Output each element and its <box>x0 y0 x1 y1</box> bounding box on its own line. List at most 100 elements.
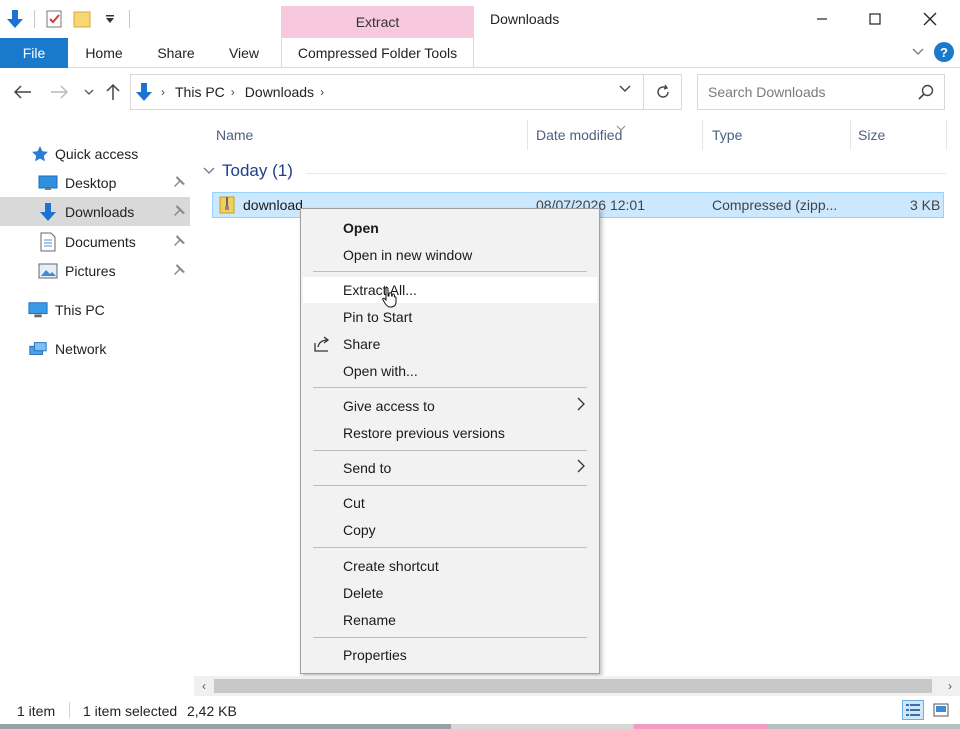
search-input[interactable] <box>708 84 908 100</box>
breadcrumb-downloads[interactable]: Downloads <box>245 84 314 100</box>
breadcrumb-separator-icon[interactable]: › <box>231 85 235 99</box>
tab-file[interactable]: File <box>0 38 68 68</box>
sidebar-item-downloads[interactable]: Downloads <box>0 197 190 226</box>
help-icon[interactable]: ? <box>934 42 954 62</box>
minimize-button[interactable] <box>802 6 842 32</box>
sidebar-item-documents[interactable]: Documents <box>0 227 190 256</box>
submenu-arrow-icon <box>577 459 585 477</box>
large-icons-view-icon <box>933 703 949 717</box>
column-header-date[interactable]: Date modified <box>536 120 622 150</box>
menu-item-pin-to-start[interactable]: Pin to Start <box>303 304 597 330</box>
sidebar-item-network[interactable]: Network <box>0 334 190 363</box>
tab-share[interactable]: Share <box>148 38 204 68</box>
breadcrumb-separator-icon[interactable]: › <box>161 85 165 99</box>
tab-compressed-folder-tools[interactable]: Compressed Folder Tools <box>281 38 474 68</box>
customize-toolbar-icon[interactable] <box>101 9 119 29</box>
pin-icon[interactable] <box>172 263 186 277</box>
large-icons-view-button[interactable] <box>930 700 952 720</box>
pin-icon[interactable] <box>172 204 186 218</box>
menu-item-give-access[interactable]: Give access to <box>303 393 597 419</box>
sidebar-item-label: Documents <box>65 233 136 250</box>
sidebar-item-label: Network <box>55 340 107 357</box>
file-type: Compressed (zipp... <box>712 197 838 213</box>
properties-check-icon[interactable] <box>45 9 63 29</box>
tab-home[interactable]: Home <box>78 38 130 68</box>
scroll-left-icon[interactable]: ‹ <box>196 678 212 694</box>
column-header-size[interactable]: Size <box>858 120 885 150</box>
menu-item-send-to[interactable]: Send to <box>303 455 597 481</box>
expand-ribbon-icon[interactable] <box>910 44 926 60</box>
up-button[interactable] <box>102 80 124 104</box>
chevron-down-icon <box>619 85 631 92</box>
address-history-dropdown[interactable] <box>619 85 631 93</box>
zip-folder-icon <box>219 196 235 217</box>
menu-item-restore-previous-versions[interactable]: Restore previous versions <box>303 420 597 446</box>
menu-item-cut[interactable]: Cut <box>303 490 597 516</box>
chevron-down-icon <box>84 89 94 95</box>
recent-locations-button[interactable] <box>78 80 100 104</box>
menu-item-create-shortcut[interactable]: Create shortcut <box>303 553 597 579</box>
menu-item-properties[interactable]: Properties <box>303 642 597 668</box>
scrollbar-thumb[interactable] <box>214 679 932 693</box>
menu-item-copy[interactable]: Copy <box>303 517 597 543</box>
menu-item-extract-all[interactable]: Extract All... <box>303 277 597 303</box>
search-icon[interactable] <box>918 84 934 103</box>
computer-icon <box>28 300 48 320</box>
scroll-right-icon[interactable]: › <box>942 678 958 694</box>
refresh-button[interactable] <box>655 84 671 100</box>
share-icon <box>314 336 330 352</box>
minimize-icon <box>817 18 827 20</box>
menu-separator <box>313 485 587 486</box>
menu-item-rename[interactable]: Rename <box>303 607 597 633</box>
menu-item-open[interactable]: Open <box>303 215 597 241</box>
menu-item-share[interactable]: Share <box>303 331 597 357</box>
sidebar-item-pictures[interactable]: Pictures <box>0 256 190 285</box>
collapse-chevron-icon <box>203 167 215 174</box>
address-bar[interactable]: › This PC › Downloads › <box>130 74 682 110</box>
breadcrumb-separator-icon[interactable]: › <box>320 85 324 99</box>
group-label: Today (1) <box>222 161 293 180</box>
sidebar-item-label: Desktop <box>65 174 117 191</box>
menu-item-open-new-window[interactable]: Open in new window <box>303 242 597 268</box>
taskbar-edge <box>0 724 960 729</box>
sidebar-item-quick-access[interactable]: Quick access <box>0 139 190 168</box>
menu-separator <box>313 450 587 451</box>
download-arrow-icon[interactable] <box>6 9 24 29</box>
menu-item-delete[interactable]: Delete <box>303 580 597 606</box>
network-icon <box>28 339 48 359</box>
maximize-button[interactable] <box>855 6 895 32</box>
sidebar-item-this-pc[interactable]: This PC <box>0 295 190 324</box>
back-arrow-icon <box>14 85 31 99</box>
group-header-today[interactable]: Today (1) <box>202 161 946 181</box>
forward-button[interactable] <box>48 80 70 104</box>
pin-icon[interactable] <box>172 234 186 248</box>
document-icon <box>38 232 58 252</box>
address-divider <box>643 75 644 109</box>
sidebar-item-desktop[interactable]: Desktop <box>0 168 190 197</box>
menu-item-open-with[interactable]: Open with... <box>303 358 597 384</box>
menu-separator <box>313 547 587 548</box>
back-button[interactable] <box>12 80 34 104</box>
menu-separator <box>313 271 587 272</box>
column-header-type[interactable]: Type <box>712 120 742 150</box>
column-divider[interactable] <box>702 120 703 150</box>
star-icon <box>30 144 50 164</box>
desktop-icon <box>38 173 58 193</box>
column-header-name[interactable]: Name <box>216 120 253 150</box>
column-divider[interactable] <box>850 120 851 150</box>
mouse-pointer-icon <box>382 286 397 308</box>
details-view-button[interactable] <box>902 700 924 720</box>
search-box[interactable] <box>697 74 945 110</box>
close-button[interactable] <box>910 6 950 32</box>
column-divider[interactable] <box>527 120 528 150</box>
breadcrumb-this-pc[interactable]: This PC <box>175 84 225 100</box>
pin-icon[interactable] <box>172 175 186 189</box>
tab-view[interactable]: View <box>222 38 266 68</box>
new-folder-icon[interactable] <box>73 9 91 29</box>
status-selection-size: 2,42 KB <box>187 703 237 719</box>
column-divider[interactable] <box>946 120 947 150</box>
window-title: Downloads <box>490 11 560 27</box>
maximize-icon <box>869 13 881 25</box>
horizontal-scrollbar[interactable]: ‹ › <box>194 676 960 696</box>
sort-indicator-icon <box>616 118 626 134</box>
